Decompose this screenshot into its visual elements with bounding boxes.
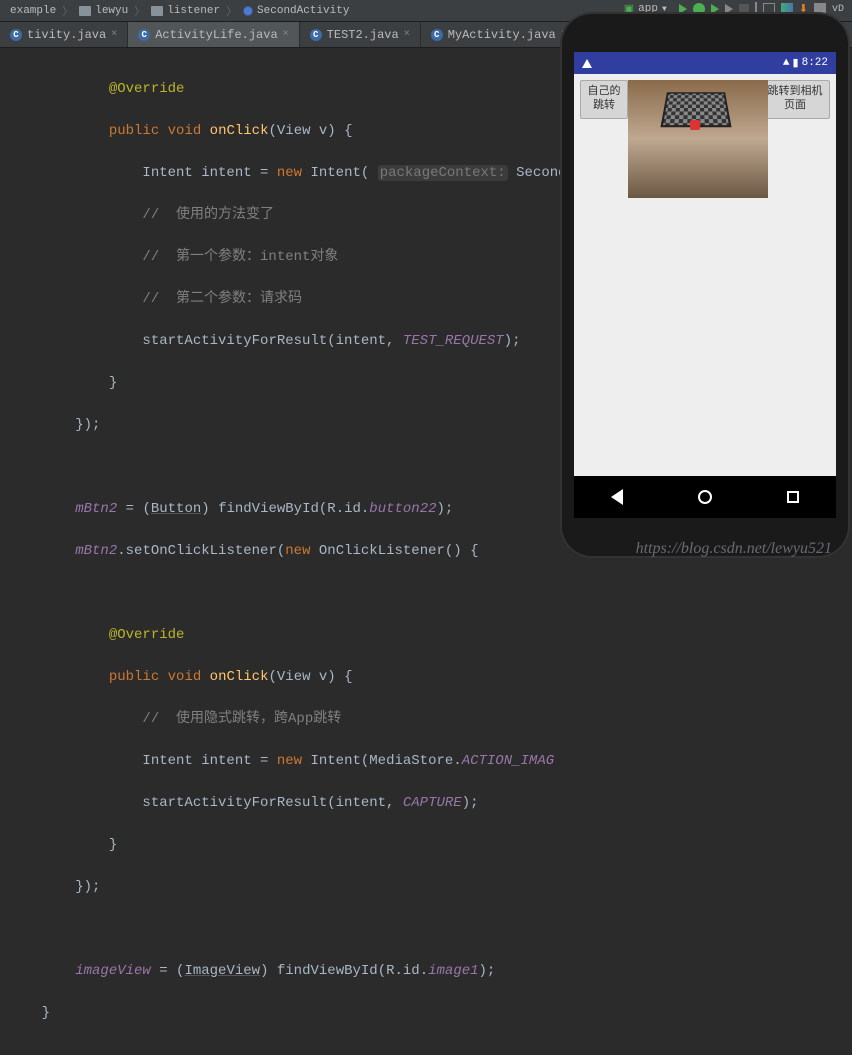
- class-icon: C: [10, 29, 22, 41]
- self-jump-button[interactable]: 自己的跳转: [580, 80, 628, 119]
- close-icon[interactable]: ×: [283, 29, 289, 40]
- battery-icon: ▮: [793, 56, 799, 70]
- code-line: }: [8, 1003, 844, 1024]
- class-icon: C: [138, 29, 150, 41]
- chevron-right-icon: 〉: [62, 3, 73, 19]
- code-line: startActivityForResult(intent, CAPTURE);: [8, 793, 844, 814]
- profile-icon[interactable]: [711, 4, 719, 14]
- breadcrumb-item[interactable]: SecondActivity: [237, 5, 355, 17]
- code-line: [8, 583, 844, 604]
- code-line: }: [8, 835, 844, 856]
- breadcrumb-item[interactable]: example: [4, 5, 62, 17]
- status-bar: ▲ ▮ 8:22: [574, 52, 836, 74]
- tab-activitylife[interactable]: CActivityLife.java×: [128, 22, 299, 47]
- code-line: // 使用隐式跳转，跨App跳转: [8, 709, 844, 730]
- captured-image: [628, 80, 768, 198]
- warning-icon: [582, 59, 592, 68]
- recent-icon[interactable]: [787, 491, 799, 503]
- home-icon[interactable]: [698, 490, 712, 504]
- breadcrumb-item[interactable]: listener: [145, 5, 226, 17]
- folder-icon: [79, 6, 91, 16]
- watermark: https://blog.csdn.net/lewyu521: [636, 540, 832, 558]
- clock: 8:22: [802, 57, 828, 69]
- tab-myactivity[interactable]: CMyActivity.java×: [421, 22, 578, 47]
- folder-icon: [151, 6, 163, 16]
- code-line: });: [8, 877, 844, 898]
- stop-icon[interactable]: [739, 4, 749, 14]
- tab-test2[interactable]: CTEST2.java×: [300, 22, 421, 47]
- class-icon: C: [310, 29, 322, 41]
- code-line: imageView = (ImageView) findViewById(R.i…: [8, 961, 844, 982]
- attach-icon[interactable]: [725, 4, 733, 14]
- chevron-right-icon: 〉: [226, 3, 237, 19]
- code-line: [8, 919, 844, 940]
- run-icon[interactable]: [679, 4, 687, 14]
- signal-icon: ▲: [783, 57, 790, 69]
- close-icon[interactable]: ×: [111, 29, 117, 40]
- tab-tivity[interactable]: Ctivity.java×: [0, 22, 128, 47]
- close-icon[interactable]: ×: [404, 29, 410, 40]
- app-content: 自己的跳转 跳转到相机页面: [574, 74, 836, 518]
- tab-overflow: vD: [832, 4, 844, 15]
- chevron-right-icon: 〉: [134, 3, 145, 19]
- back-icon[interactable]: [611, 489, 623, 505]
- breadcrumb-item[interactable]: lewyu: [73, 5, 134, 17]
- code-line: public void onClick(View v) {: [8, 667, 844, 688]
- nav-bar: [574, 476, 836, 518]
- camera-jump-button[interactable]: 跳转到相机页面: [760, 80, 830, 119]
- class-icon: [243, 6, 253, 16]
- code-line: @Override: [8, 625, 844, 646]
- emulator-frame: ▲ ▮ 8:22 自己的跳转 跳转到相机页面: [562, 14, 848, 556]
- emulator-screen[interactable]: ▲ ▮ 8:22 自己的跳转 跳转到相机页面: [574, 52, 836, 518]
- class-icon: C: [431, 29, 443, 41]
- code-line: Intent intent = new Intent(MediaStore.AC…: [8, 751, 844, 772]
